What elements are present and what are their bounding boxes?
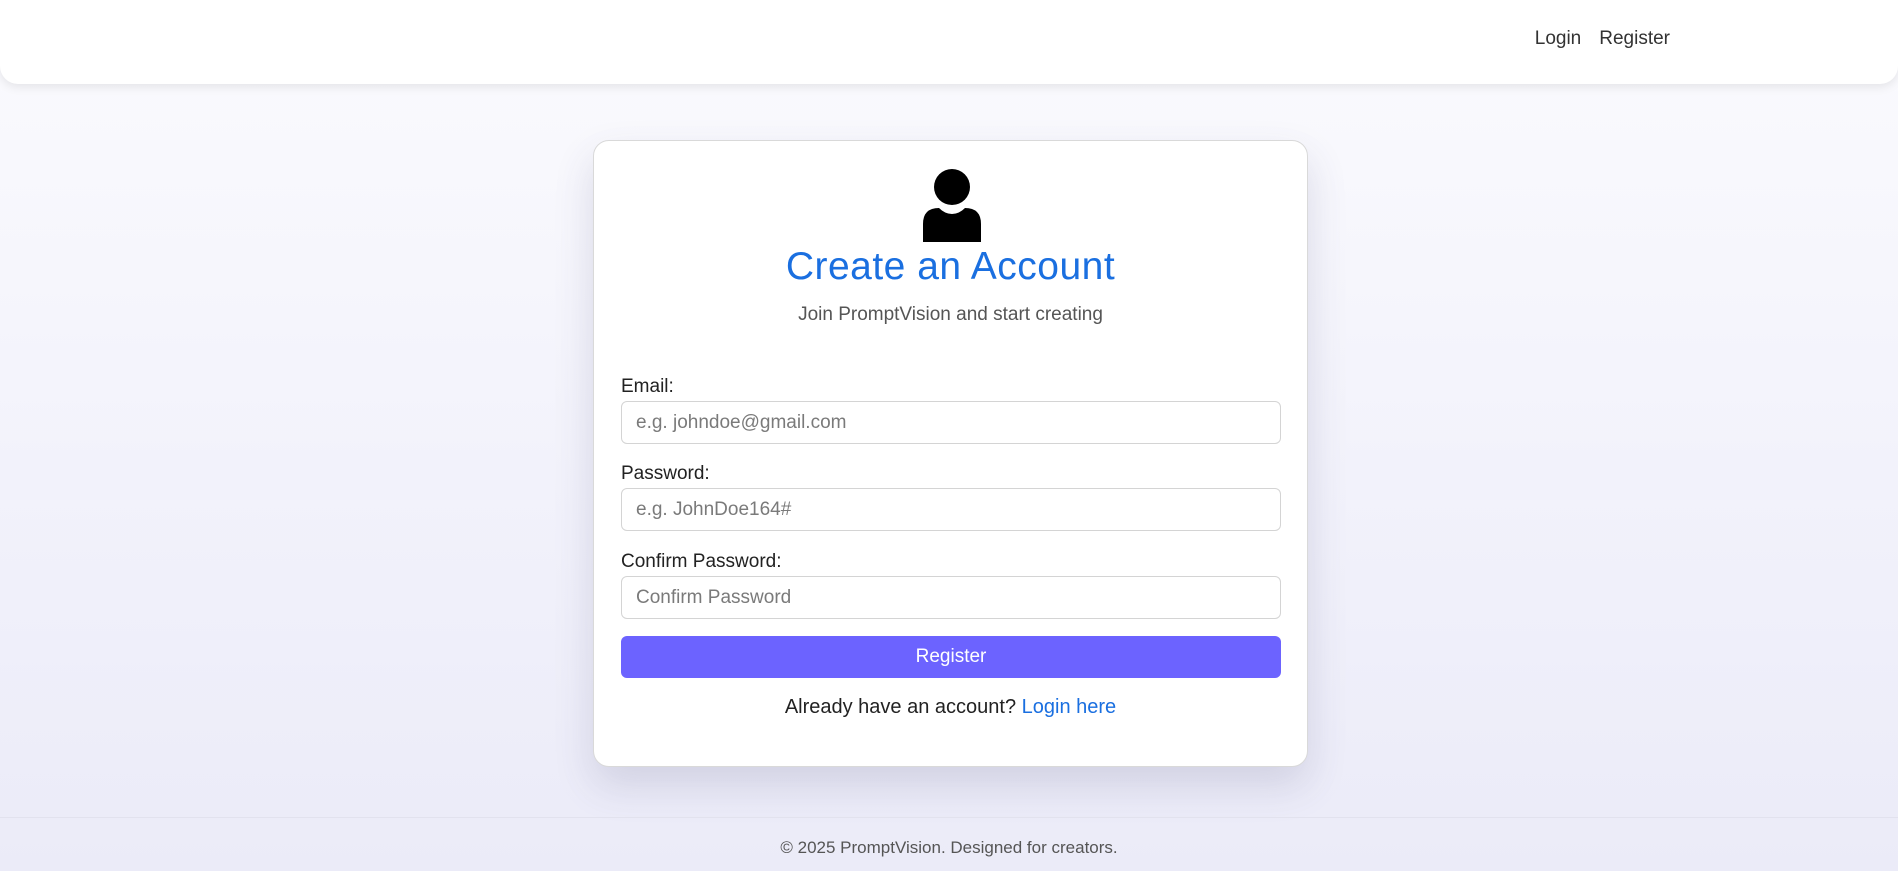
nav-login-link[interactable]: Login (1535, 28, 1582, 50)
login-prompt-text: Already have an account? (784, 696, 1017, 718)
login-prompt: Already have an account? Login here (594, 696, 1307, 719)
page-title: Create an Account (785, 245, 1116, 288)
register-card: Create an Account Join PromptVision and … (593, 140, 1308, 767)
email-label: Email: (621, 376, 674, 397)
page-footer: © 2025 PromptVision. Designed for creato… (0, 817, 1898, 871)
nav-links: Login Register (1535, 28, 1670, 50)
top-navbar: Login Register (0, 0, 1898, 84)
register-button[interactable]: Register (621, 636, 1281, 678)
user-icon (923, 169, 981, 242)
password-field[interactable] (621, 488, 1281, 531)
confirm-password-label: Confirm Password: (621, 551, 782, 572)
page-subtitle: Join PromptVision and start creating (798, 304, 1103, 325)
confirm-password-field[interactable] (621, 576, 1281, 619)
password-label: Password: (621, 463, 710, 484)
footer-text: © 2025 PromptVision. Designed for creato… (780, 838, 1118, 857)
nav-register-link[interactable]: Register (1599, 28, 1670, 50)
email-field[interactable] (621, 401, 1281, 444)
login-here-link[interactable]: Login here (1022, 696, 1117, 718)
